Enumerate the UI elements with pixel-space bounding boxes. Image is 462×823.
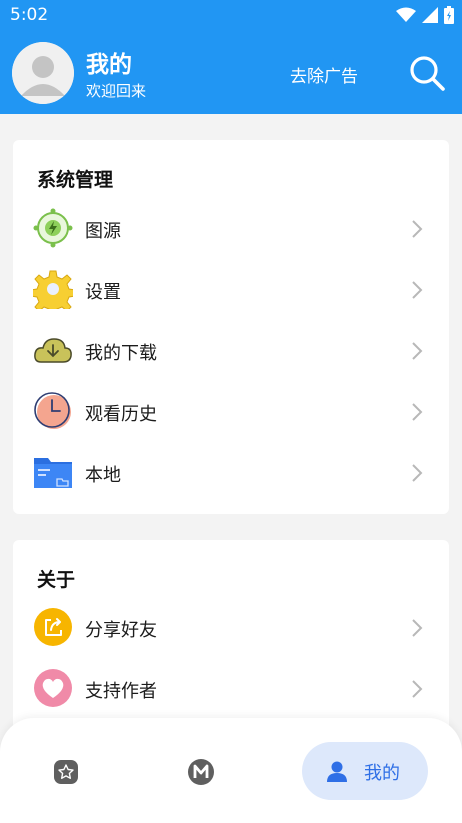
profile-title: 我的 <box>86 52 132 78</box>
nav-tab-m[interactable] <box>187 758 215 786</box>
menu-item-local[interactable]: 本地 <box>13 443 449 504</box>
signal-icon <box>422 7 438 23</box>
chevron-right-icon <box>412 464 423 482</box>
m-icon <box>188 759 214 785</box>
chevron-right-icon <box>412 220 423 238</box>
status-bar: 5:02 <box>0 0 462 32</box>
star-icon <box>54 760 78 784</box>
menu-item-label: 观看历史 <box>85 404 157 425</box>
nav-tab-favorites[interactable] <box>52 758 80 786</box>
menu-item-history[interactable]: 观看历史 <box>13 382 449 443</box>
bottom-navigation: 我的 <box>0 718 462 823</box>
share-icon <box>34 608 72 646</box>
menu-item-source[interactable]: 图源 <box>13 199 449 260</box>
chevron-right-icon <box>412 342 423 360</box>
nav-tab-label: 我的 <box>364 763 400 784</box>
search-button[interactable] <box>408 54 446 92</box>
menu-item-share[interactable]: 分享好友 <box>13 598 449 659</box>
app-header: 5:02 我的 欢迎回来 去除广告 <box>0 0 462 114</box>
menu-item-label: 图源 <box>85 221 121 242</box>
source-icon <box>33 208 73 248</box>
menu-item-downloads[interactable]: 我的下载 <box>13 321 449 382</box>
chevron-right-icon <box>412 619 423 637</box>
section-title: 系统管理 <box>37 169 114 191</box>
menu-item-label: 我的下载 <box>85 343 157 364</box>
chevron-right-icon <box>412 403 423 421</box>
battery-icon <box>444 6 454 24</box>
folder-icon <box>34 458 72 488</box>
chevron-right-icon <box>412 680 423 698</box>
menu-item-support-author[interactable]: 支持作者 <box>13 659 449 720</box>
section-title: 关于 <box>37 569 76 591</box>
search-icon <box>410 56 445 91</box>
download-cloud-icon <box>34 338 72 363</box>
heart-icon <box>34 669 72 707</box>
menu-item-label: 支持作者 <box>85 681 157 702</box>
avatar-placeholder-icon <box>12 42 74 104</box>
gear-icon <box>33 270 73 309</box>
system-management-card: 系统管理 图源 设置 我的下载 观看历史 本地 <box>13 140 449 514</box>
menu-item-settings[interactable]: 设置 <box>13 260 449 321</box>
menu-item-label: 分享好友 <box>85 620 157 641</box>
about-card: 关于 分享好友 支持作者 <box>13 540 449 740</box>
remove-ads-button[interactable]: 去除广告 <box>290 62 358 87</box>
clock-icon <box>34 392 71 429</box>
menu-item-label: 本地 <box>85 465 121 486</box>
status-icons <box>396 6 454 24</box>
status-time: 5:02 <box>10 5 49 25</box>
avatar[interactable] <box>12 42 74 104</box>
person-icon <box>327 761 347 782</box>
menu-item-label: 设置 <box>85 282 121 303</box>
chevron-right-icon <box>412 281 423 299</box>
nav-tab-mine[interactable]: 我的 <box>302 742 428 800</box>
profile-subtitle: 欢迎回来 <box>86 82 147 100</box>
wifi-icon <box>396 7 416 22</box>
